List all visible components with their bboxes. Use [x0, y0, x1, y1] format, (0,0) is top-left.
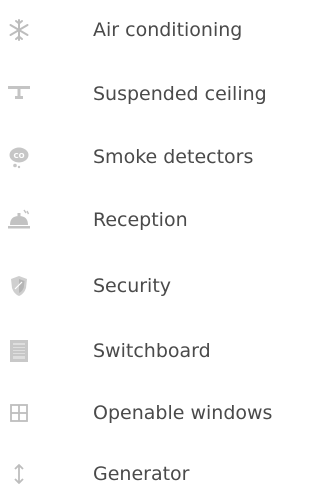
list-item-suspended-ceiling: Suspended ceiling — [0, 66, 305, 122]
list-item-openable-windows: Openable windows — [0, 385, 305, 441]
list-item-security: Security — [0, 258, 305, 314]
shield-icon — [6, 273, 32, 299]
list-item-air-conditioning: Air conditioning — [0, 2, 305, 58]
list-item-switchboard: Switchboard — [0, 323, 305, 379]
list-item-label: Smoke detectors — [93, 146, 254, 168]
list-item-reception: Reception — [0, 192, 305, 248]
ceiling-icon — [6, 81, 32, 107]
list-item-label: Air conditioning — [93, 19, 243, 41]
snowflake-icon — [6, 17, 32, 43]
window-icon — [6, 400, 32, 426]
features-list: Air conditioning Suspended ceiling CO Sm… — [0, 0, 305, 492]
list-item-generator: Generator — [0, 446, 305, 502]
svg-text:CO: CO — [13, 152, 24, 160]
list-item-label: Security — [93, 275, 172, 297]
list-item-label: Openable windows — [93, 402, 273, 424]
smoke-detector-icon: CO — [6, 144, 32, 170]
list-item-label: Generator — [93, 463, 190, 485]
switchboard-icon — [6, 338, 32, 364]
list-item-label: Switchboard — [93, 340, 211, 362]
generator-icon — [6, 461, 32, 487]
list-item-label: Suspended ceiling — [93, 83, 267, 105]
list-item-smoke-detectors: CO Smoke detectors — [0, 129, 305, 185]
list-item-label: Reception — [93, 209, 188, 231]
reception-bell-icon — [6, 207, 32, 233]
